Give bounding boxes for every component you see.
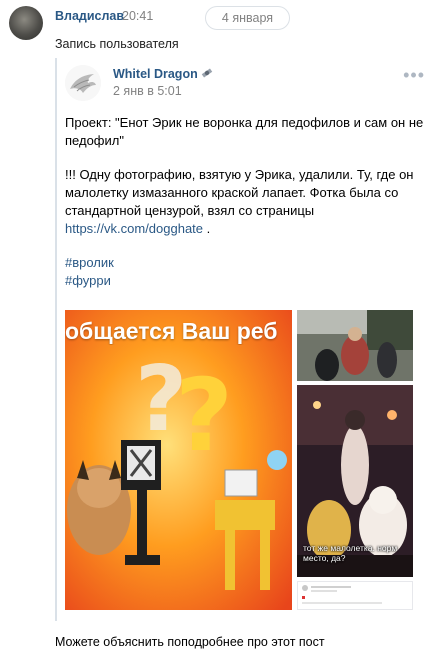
- repost-label: Запись пользователя: [55, 37, 179, 51]
- link-suffix: .: [203, 221, 211, 236]
- screenshot-thumbnail: [298, 582, 412, 609]
- post-paragraph: !!! Одну фотографию, взятую у Эрика, уда…: [65, 166, 425, 238]
- sender-avatar[interactable]: [9, 6, 43, 40]
- date-divider: 4 января: [205, 6, 290, 30]
- hashtag-link[interactable]: #фурри: [65, 273, 111, 288]
- hashtag-link[interactable]: #вролик: [65, 255, 114, 270]
- photo-caption: тот же малолетка. норм место, да?: [303, 543, 398, 563]
- post-photo-1[interactable]: [297, 310, 413, 381]
- post-author-avatar[interactable]: [65, 65, 101, 101]
- post-photo-2[interactable]: тот же малолетка. норм место, да?: [297, 385, 413, 577]
- post-paragraph: Проект: "Енот Эрик не воронка для педофи…: [65, 115, 424, 148]
- satellite-icon: [201, 68, 213, 78]
- post-photo-3[interactable]: [297, 581, 413, 610]
- post-link[interactable]: https://vk.com/dogghate: [65, 221, 203, 236]
- reposted-post: Whitel Dragon 2 янв в 5:01 ••• Проект: "…: [55, 58, 431, 621]
- post-date[interactable]: 2 янв в 5:01: [113, 84, 182, 98]
- dragon-logo-icon: [65, 65, 101, 101]
- post-text: Проект: "Енот Эрик не воронка для педофи…: [65, 114, 425, 290]
- svg-text:?: ?: [175, 357, 233, 474]
- message-time[interactable]: 20:41: [122, 9, 153, 23]
- reply-message: Можете объяснить поподробнее про этот по…: [55, 635, 325, 649]
- main-photo-illustration: ? ?: [65, 310, 292, 610]
- post-paragraph-text: !!! Одну фотографию, взятую у Эрика, уда…: [65, 167, 414, 218]
- post-author-name[interactable]: Whitel Dragon: [113, 67, 198, 81]
- main-photo-caption: общается Ваш реб: [65, 318, 278, 344]
- post-photo-main[interactable]: ? ? общается Ваш реб: [65, 310, 292, 610]
- street-photo: [297, 310, 413, 381]
- more-options-icon[interactable]: •••: [403, 66, 425, 84]
- sender-name[interactable]: Владислав: [55, 9, 124, 23]
